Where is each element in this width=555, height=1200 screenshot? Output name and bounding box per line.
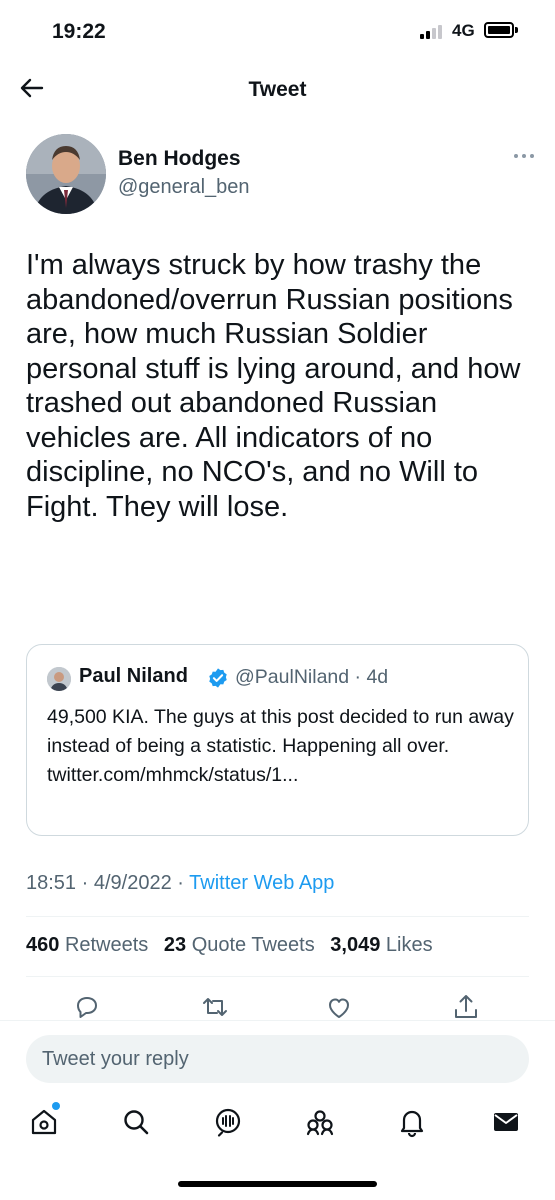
quoted-author-name: Paul Niland bbox=[79, 665, 188, 687]
messages-icon[interactable] bbox=[490, 1106, 522, 1138]
communities-icon[interactable] bbox=[304, 1106, 336, 1138]
home-notification-dot bbox=[52, 1102, 60, 1110]
tweet-time: 18:51 bbox=[26, 872, 77, 894]
author-name[interactable]: Ben Hodges bbox=[118, 147, 241, 171]
reply-bar: Tweet your reply bbox=[0, 1020, 555, 1092]
notifications-icon[interactable] bbox=[396, 1106, 428, 1138]
search-icon[interactable] bbox=[120, 1106, 152, 1138]
tweet-author: Ben Hodges @general_ben bbox=[26, 134, 536, 218]
quoted-separator: · bbox=[354, 666, 362, 688]
timestamp-separator-1: · bbox=[81, 872, 89, 894]
likes-label: Likes bbox=[385, 934, 433, 956]
reply-input[interactable]: Tweet your reply bbox=[26, 1035, 529, 1083]
home-icon[interactable] bbox=[28, 1106, 60, 1138]
retweets-stat[interactable]: 460 Retweets bbox=[26, 934, 148, 956]
quotes-stat[interactable]: 23 Quote Tweets bbox=[164, 934, 315, 956]
likes-stat[interactable]: 3,049 Likes bbox=[330, 934, 432, 956]
bottom-nav bbox=[0, 1092, 555, 1162]
network-type: 4G bbox=[452, 21, 475, 40]
timestamp-separator-2: · bbox=[177, 872, 184, 894]
battery-tip bbox=[515, 27, 518, 33]
likes-count: 3,049 bbox=[330, 934, 381, 956]
spaces-icon[interactable] bbox=[212, 1106, 244, 1138]
like-icon[interactable] bbox=[324, 992, 354, 1022]
quoted-age: 4d bbox=[366, 666, 389, 688]
tweet-date: 4/9/2022 bbox=[93, 872, 172, 894]
status-bar: 19:22 4G bbox=[0, 0, 555, 60]
home-indicator bbox=[178, 1181, 377, 1187]
retweets-label: Retweets bbox=[64, 934, 149, 956]
reply-placeholder: Tweet your reply bbox=[42, 1048, 189, 1070]
retweets-count: 460 bbox=[26, 934, 60, 956]
divider bbox=[26, 916, 529, 917]
more-horizontal-icon[interactable] bbox=[512, 148, 536, 164]
divider bbox=[26, 976, 529, 977]
quoted-text: 49,500 KIA. The guys at this post decide… bbox=[47, 706, 514, 786]
tweet-text: I'm always struck by how trashy the aban… bbox=[26, 249, 521, 523]
page-title: Tweet bbox=[248, 78, 307, 101]
status-time: 19:22 bbox=[52, 20, 106, 43]
quoted-tweet[interactable]: Paul Niland @PaulNiland · 4d 49,500 KIA.… bbox=[26, 644, 529, 836]
battery-icon bbox=[484, 22, 514, 38]
quotes-count: 23 bbox=[163, 934, 187, 956]
share-icon[interactable] bbox=[451, 992, 481, 1022]
tweet-timestamp: 18:51 · 4/9/2022 · Twitter Web App bbox=[26, 872, 334, 895]
signal-icon bbox=[420, 23, 448, 39]
quoted-author-handle: @PaulNiland bbox=[235, 666, 350, 688]
tweet-stats: 460 Retweets 23 Quote Tweets 3,049 Likes bbox=[26, 934, 443, 957]
avatar[interactable] bbox=[26, 134, 106, 214]
header: Tweet bbox=[0, 60, 555, 120]
source-app-link[interactable]: Twitter Web App bbox=[189, 872, 334, 894]
reply-icon[interactable] bbox=[72, 992, 102, 1022]
quoted-meta: @PaulNiland · 4d bbox=[235, 666, 388, 689]
verified-badge-icon bbox=[209, 668, 227, 688]
quotes-label: Quote Tweets bbox=[191, 934, 315, 956]
author-handle[interactable]: @general_ben bbox=[118, 176, 250, 199]
quoted-avatar bbox=[47, 667, 71, 691]
retweet-icon[interactable] bbox=[200, 992, 230, 1022]
